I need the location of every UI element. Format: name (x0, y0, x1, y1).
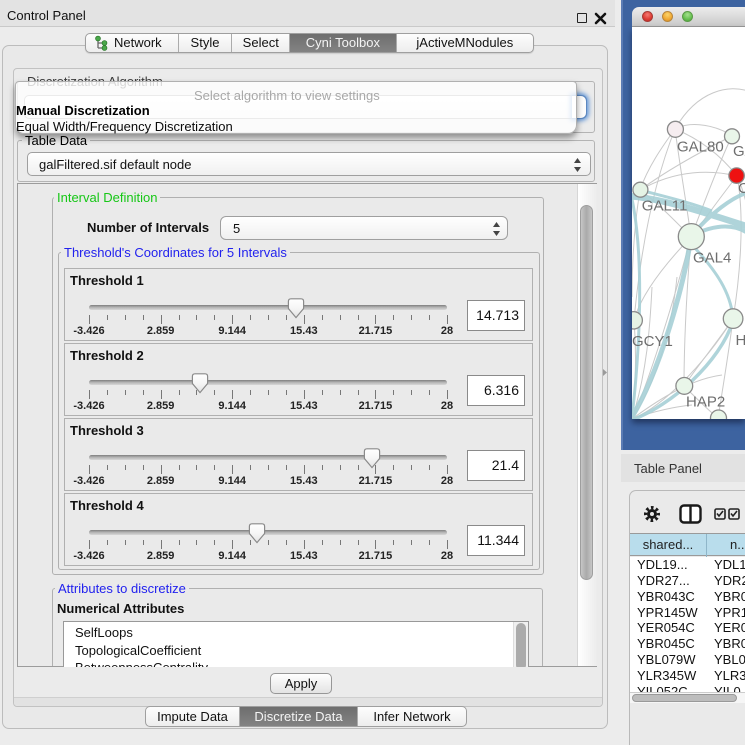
svg-text:GAL11: GAL11 (642, 198, 688, 215)
svg-text:HAP2: HAP2 (686, 394, 725, 411)
svg-text:GAL4: GAL4 (693, 250, 731, 267)
svg-text:GA: GA (733, 143, 745, 160)
svg-text:GCY1: GCY1 (632, 333, 673, 350)
svg-text:H: H (736, 332, 745, 349)
svg-text:GAL80: GAL80 (677, 139, 724, 156)
svg-text:C: C (738, 180, 745, 197)
